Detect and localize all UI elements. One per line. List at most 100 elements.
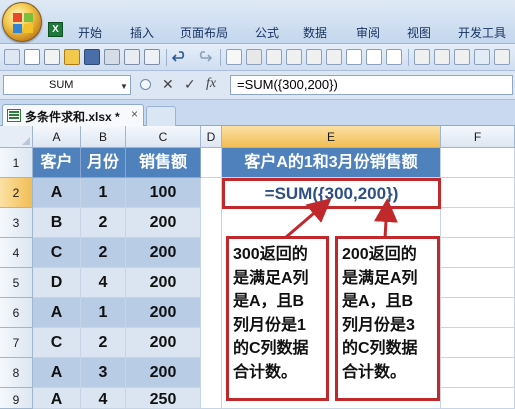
cell-b1-header[interactable]: 月份 [81, 148, 126, 178]
print-icon[interactable] [124, 49, 140, 65]
cell-f4[interactable] [441, 238, 515, 268]
table-cell[interactable]: 1 [81, 298, 126, 328]
row-header-5[interactable]: 5 [0, 268, 33, 298]
table-cell[interactable]: 250 [126, 388, 201, 409]
more-icon[interactable] [494, 49, 510, 65]
table-cell[interactable]: 200 [126, 208, 201, 238]
tab-review[interactable]: 审阅 [356, 24, 380, 41]
save-icon[interactable] [84, 49, 100, 65]
table-icon[interactable] [474, 49, 490, 65]
name-box[interactable]: SUM [3, 75, 131, 95]
cell-f7[interactable] [441, 328, 515, 358]
column-header-d[interactable]: D [201, 126, 222, 148]
table-cell[interactable]: D [33, 268, 81, 298]
tab-page-layout[interactable]: 页面布局 [180, 24, 228, 41]
table-cell[interactable]: A [33, 388, 81, 409]
justify-icon[interactable] [326, 49, 342, 65]
table-cell[interactable]: A [33, 298, 81, 328]
table-cell[interactable]: 4 [81, 268, 126, 298]
tab-insert[interactable]: 插入 [130, 24, 154, 41]
office-button[interactable] [2, 2, 42, 42]
open-folder-icon[interactable] [64, 49, 80, 65]
align-center-icon[interactable] [286, 49, 302, 65]
cancel-icon[interactable]: ✕ [162, 76, 174, 93]
indent-icon[interactable] [366, 49, 382, 65]
undo-icon[interactable] [171, 49, 188, 65]
table-cell[interactable]: 200 [126, 358, 201, 388]
column-d-cells[interactable] [201, 178, 222, 409]
excel-app-icon[interactable]: X [48, 22, 63, 37]
cell-e1-title[interactable]: 客户A的1和3月份销售额 [222, 148, 441, 178]
print-preview-icon[interactable] [144, 49, 160, 65]
table-cell[interactable]: B [33, 208, 81, 238]
row-header-8[interactable]: 8 [0, 358, 33, 388]
copy-icon[interactable] [4, 49, 20, 65]
table-cell[interactable]: 2 [81, 238, 126, 268]
table-cell[interactable]: A [33, 178, 81, 208]
cell-f6[interactable] [441, 298, 515, 328]
cell-d1[interactable] [201, 148, 222, 178]
column-header-e[interactable]: E [222, 126, 441, 148]
sort-icon[interactable] [414, 49, 430, 65]
cell-f8[interactable] [441, 358, 515, 388]
row-header-6[interactable]: 6 [0, 298, 33, 328]
outdent-icon[interactable] [386, 49, 402, 65]
table-cell[interactable]: A [33, 358, 81, 388]
table-cell[interactable]: 2 [81, 328, 126, 358]
close-icon[interactable]: × [131, 107, 138, 121]
border-icon[interactable] [226, 49, 242, 65]
cell-f2[interactable] [441, 178, 515, 208]
table-cell[interactable]: C [33, 328, 81, 358]
column-header-a[interactable]: A [33, 126, 81, 148]
formula-bar-handle-icon[interactable] [140, 79, 151, 90]
filter-icon[interactable] [434, 49, 450, 65]
format-painter-icon[interactable] [104, 49, 120, 65]
insert-function-icon[interactable]: fx [206, 76, 216, 92]
row-header-4[interactable]: 4 [0, 238, 33, 268]
chart-icon[interactable] [454, 49, 470, 65]
row-header-1[interactable]: 1 [0, 148, 33, 178]
workbook-tab[interactable]: 多条件求和.xlsx * × [2, 104, 144, 126]
wrap-text-icon[interactable] [346, 49, 362, 65]
table-cell[interactable]: 200 [126, 328, 201, 358]
table-cell[interactable]: 3 [81, 358, 126, 388]
column-header-c[interactable]: C [126, 126, 201, 148]
tab-view[interactable]: 视图 [407, 24, 431, 41]
table-cell[interactable]: 1 [81, 178, 126, 208]
row-header-9[interactable]: 9 [0, 388, 33, 409]
table-cell[interactable]: 200 [126, 238, 201, 268]
table-cell[interactable]: 100 [126, 178, 201, 208]
tab-home[interactable]: 开始 [78, 24, 102, 41]
cell-c1-header[interactable]: 销售额 [126, 148, 201, 178]
cell-a1-header[interactable]: 客户 [33, 148, 81, 178]
redo-icon[interactable] [196, 49, 213, 65]
cell-f3[interactable] [441, 208, 515, 238]
select-all-corner[interactable] [0, 126, 33, 148]
cell-e2-active[interactable]: =SUM({300,200}) [222, 178, 441, 209]
formula-input[interactable]: =SUM({300,200}) [230, 75, 513, 95]
tab-formulas[interactable]: 公式 [255, 24, 279, 41]
column-header-b[interactable]: B [81, 126, 126, 148]
cut-icon[interactable] [24, 49, 40, 65]
name-box-dropdown-icon[interactable]: ▼ [120, 82, 128, 91]
row-header-2[interactable]: 2 [0, 178, 33, 208]
table-cell[interactable]: 4 [81, 388, 126, 409]
table-cell[interactable]: 200 [126, 268, 201, 298]
enter-icon[interactable]: ✓ [184, 76, 196, 93]
merge-icon[interactable] [246, 49, 262, 65]
table-cell[interactable]: 2 [81, 208, 126, 238]
table-cell[interactable]: C [33, 238, 81, 268]
tab-data[interactable]: 数据 [303, 24, 327, 41]
cell-f9[interactable] [441, 388, 515, 409]
new-workbook-tab[interactable] [146, 106, 176, 126]
cell-f1[interactable] [441, 148, 515, 178]
table-cell[interactable]: 200 [126, 298, 201, 328]
align-left-icon[interactable] [266, 49, 282, 65]
new-document-icon[interactable] [44, 49, 60, 65]
row-header-7[interactable]: 7 [0, 328, 33, 358]
row-header-3[interactable]: 3 [0, 208, 33, 238]
tab-developer[interactable]: 开发工具 [458, 24, 506, 41]
cell-f5[interactable] [441, 268, 515, 298]
column-header-f[interactable]: F [441, 126, 515, 148]
align-right-icon[interactable] [306, 49, 322, 65]
